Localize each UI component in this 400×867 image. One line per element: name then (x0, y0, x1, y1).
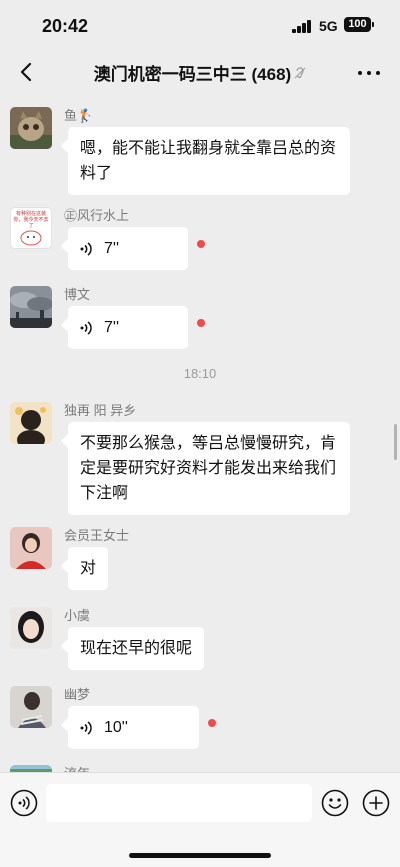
mute-ear-icon (294, 66, 306, 78)
message-text: 对 (80, 560, 97, 577)
sender-name: 独再 阳 异乡 (64, 403, 137, 418)
voice-message-bubble[interactable]: 10'' (68, 706, 199, 749)
sender-name: 幽梦 (64, 687, 91, 702)
voice-duration: 7'' (104, 240, 120, 257)
group-name: 澳门机密一码三中三 (468) (93, 65, 292, 84)
unread-dot (197, 319, 205, 327)
more-dots-icon[interactable] (356, 60, 382, 84)
sender-name: ㊣风行水上 (64, 208, 130, 223)
unread-dot (208, 719, 216, 727)
woman-red-avatar[interactable] (10, 527, 52, 569)
girl-avatar[interactable] (10, 402, 52, 444)
sender-name: 小虞 (64, 608, 91, 623)
status-time: 20:42 (42, 16, 89, 36)
voice-duration: 10'' (104, 719, 128, 736)
plus-icon[interactable] (362, 789, 390, 817)
emoji-icon[interactable] (321, 789, 349, 817)
message-bubble[interactable]: 不要那么猴急，等吕总慢慢研究，肯定是要研究好资料才能发出来给我们下注啊 (68, 422, 350, 515)
signal-icon (292, 20, 312, 33)
sticker-avatar[interactable]: 有种别在这装你，我今天不去了 (10, 207, 52, 249)
sender-name: 会员王女士 (64, 528, 130, 543)
sender-name: 鱼🏌 (64, 108, 94, 123)
cloudy-sky-avatar[interactable] (10, 286, 52, 328)
message-bubble[interactable]: 对 (68, 547, 109, 590)
message-text: 现在还早的很呢 (80, 640, 193, 657)
message-text: 嗯，能不能让我翻身就全靠吕总的资料了 (80, 140, 337, 182)
status-bar: 20:42 5G 100 (0, 0, 400, 52)
network-type: 5G (319, 18, 338, 34)
voice-wave-icon (80, 241, 92, 256)
chat-messages[interactable]: 鱼🏌 嗯，能不能让我翻身就全靠吕总的资料了 有种别在这装你，我今天不去了 ㊣风行… (0, 92, 400, 772)
cat-avatar[interactable] (10, 107, 52, 149)
time-separator: 18:10 (183, 366, 217, 381)
sender-name: 流年 (64, 763, 90, 772)
sender-name: 博文 (64, 287, 91, 302)
message-bubble[interactable]: 嗯，能不能让我翻身就全靠吕总的资料了 (68, 127, 350, 195)
chat-title: 澳门机密一码三中三 (468) (0, 60, 400, 85)
girl-portrait-avatar[interactable] (10, 607, 52, 649)
voice-wave-icon (80, 720, 92, 735)
voice-input-icon[interactable] (10, 789, 38, 817)
landscape-avatar[interactable] (10, 765, 52, 772)
unread-dot (197, 240, 205, 248)
voice-duration: 7'' (104, 319, 120, 336)
voice-wave-icon (80, 320, 92, 335)
person-avatar[interactable] (10, 686, 52, 728)
message-text: 不要那么猴急，等吕总慢慢研究，肯定是要研究好资料才能发出来给我们下注啊 (80, 435, 337, 502)
voice-message-bubble[interactable]: 7'' (68, 306, 188, 349)
home-indicator (129, 853, 271, 858)
message-input[interactable] (46, 784, 312, 822)
voice-message-bubble[interactable]: 7'' (68, 227, 188, 270)
input-bar (0, 772, 400, 867)
chat-header: 澳门机密一码三中三 (468) (0, 52, 400, 92)
message-bubble[interactable]: 现在还早的很呢 (68, 627, 205, 670)
scrollbar[interactable] (394, 424, 397, 460)
battery-icon: 100 (344, 17, 374, 32)
